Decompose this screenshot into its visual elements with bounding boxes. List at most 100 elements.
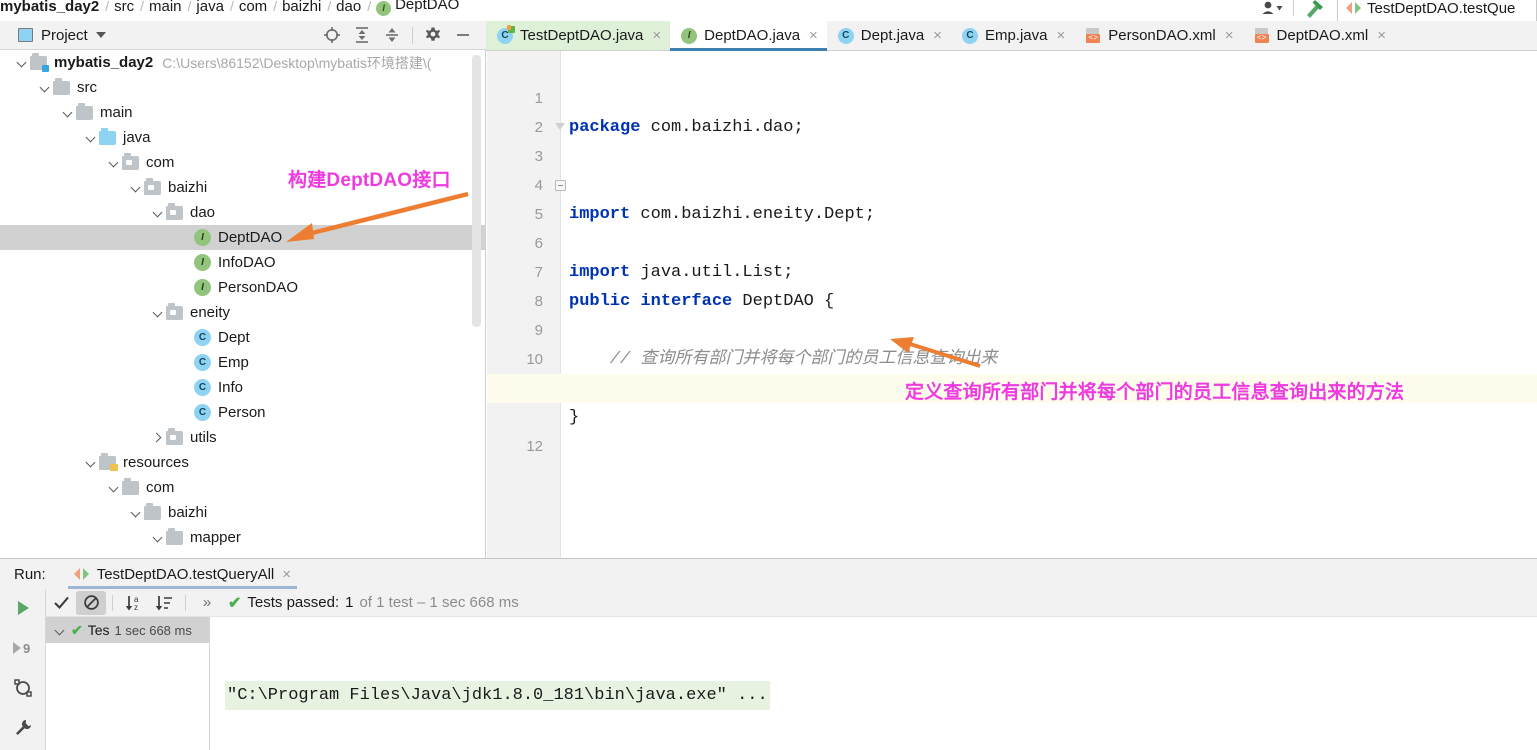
chevron-down-icon[interactable] [83, 130, 99, 146]
module-folder-icon [30, 52, 49, 72]
close-icon[interactable]: × [282, 566, 291, 583]
chevron-down-icon[interactable] [150, 305, 166, 321]
code-line[interactable]: 1 package com.baizhi.dao; [487, 55, 1537, 137]
editor-tab-emp[interactable]: C Emp.java × [951, 21, 1074, 50]
hide-ignored-icon[interactable] [76, 590, 106, 615]
chevron-down-icon[interactable] [150, 205, 166, 221]
breadcrumb-item-src[interactable]: src [110, 0, 139, 15]
chevron-down-icon[interactable] [52, 623, 66, 637]
editor-tab-dept[interactable]: C Dept.java × [827, 21, 951, 50]
close-icon[interactable]: × [650, 28, 661, 43]
tree-row-java[interactable]: java [0, 125, 485, 150]
breadcrumb-item-module[interactable]: mybatis_day2 [0, 0, 104, 15]
close-icon[interactable]: × [1054, 28, 1065, 43]
tree-row-resources-baizhi[interactable]: baizhi [0, 500, 485, 525]
tree-row-emp[interactable]: C Emp [0, 350, 485, 375]
user-dropdown-icon[interactable] [1256, 0, 1290, 21]
chevron-down-icon[interactable] [37, 80, 53, 96]
breadcrumb-item-main[interactable]: main [145, 0, 187, 15]
test-settings-icon[interactable] [8, 715, 38, 741]
tree-row-module[interactable]: mybatis_day2 C:\Users\86152\Desktop\myba… [0, 50, 485, 75]
tree-row-dao[interactable]: dao [0, 200, 485, 225]
code-line[interactable]: 10 List<Dept> queryAll(); [487, 316, 1537, 398]
editor-tab-label: TestDeptDAO.java [520, 27, 644, 44]
expand-all-icon[interactable] [347, 22, 377, 48]
tree-row-info[interactable]: C Info [0, 375, 485, 400]
tree-row-utils[interactable]: utils [0, 425, 485, 450]
toggle-auto-test-icon[interactable] [8, 675, 38, 701]
project-tree[interactable]: mybatis_day2 C:\Users\86152\Desktop\myba… [0, 50, 486, 558]
code-line[interactable]: 11 } [487, 345, 1537, 427]
test-tree-row[interactable]: ✔ Tes 1 sec 668 ms [46, 617, 209, 643]
chevron-down-icon[interactable] [128, 180, 144, 196]
chevron-down-icon[interactable] [106, 155, 122, 171]
breadcrumb-item-deptdao[interactable]: I DeptDAO [372, 0, 464, 16]
breadcrumb: mybatis_day2 / src / main / java / com /… [0, 0, 464, 19]
chevron-down-icon[interactable] [150, 530, 166, 546]
breadcrumb-item-java[interactable]: java [192, 0, 229, 15]
tree-row-persondao[interactable]: I PersonDAO [0, 275, 485, 300]
breadcrumb-bar: mybatis_day2 / src / main / java / com /… [0, 0, 1537, 21]
tree-row-resources-com[interactable]: com [0, 475, 485, 500]
chevron-down-icon[interactable] [60, 105, 76, 121]
fold-marker-icon[interactable] [555, 123, 565, 130]
run-tab-testdeptdao[interactable]: TestDeptDAO.testQueryAll × [67, 559, 298, 589]
module-path: C:\Users\86152\Desktop\mybatis环境搭建\( [162, 54, 432, 71]
minimize-icon[interactable] [448, 22, 478, 48]
code-line[interactable]: 4 [487, 142, 1537, 194]
rerun-failed-icon[interactable]: 9 [8, 635, 38, 661]
run-configuration-chip[interactable]: TestDeptDAO.testQue [1337, 0, 1537, 21]
show-passed-icon[interactable] [46, 591, 76, 615]
code-line[interactable]: 9 // 查询所有部门并将每个部门的员工信息查询出来 [487, 287, 1537, 369]
tree-row-src[interactable]: src [0, 75, 485, 100]
project-tree-scrollbar[interactable] [472, 55, 481, 327]
collapse-all-icon[interactable] [377, 22, 407, 48]
chevron-down-icon[interactable] [128, 505, 144, 521]
check-icon: ✔ [71, 621, 83, 638]
editor-tab-testdeptdao[interactable]: C TestDeptDAO.java × [486, 21, 671, 50]
breadcrumb-item-baizhi[interactable]: baizhi [278, 0, 326, 15]
tree-row-main[interactable]: main [0, 100, 485, 125]
tree-row-infodao[interactable]: I InfoDAO [0, 250, 485, 275]
package-icon [166, 302, 183, 320]
gear-icon[interactable] [418, 22, 448, 48]
editor-tab-deptdao-xml[interactable]: <> DeptDAO.xml × [1243, 21, 1395, 50]
chevron-down-icon[interactable] [95, 32, 106, 38]
tree-row-eneity[interactable]: eneity [0, 300, 485, 325]
breadcrumb-item-com[interactable]: com [235, 0, 272, 15]
folder-icon [122, 477, 139, 495]
tree-row-dept[interactable]: C Dept [0, 325, 485, 350]
expand-more-icon[interactable]: » [192, 591, 222, 615]
locate-icon[interactable] [317, 22, 347, 48]
tree-row-mapper[interactable]: mapper [0, 525, 485, 550]
code-line[interactable]: 6 [487, 200, 1537, 252]
tree-row-deptdao[interactable]: I DeptDAO [0, 225, 485, 250]
code-line[interactable]: 2 [487, 84, 1537, 136]
run-console-output[interactable]: "C:\Program Files\Java\jdk1.8.0_181\bin\… [211, 617, 1537, 750]
close-icon[interactable]: × [1375, 28, 1386, 43]
rerun-icon[interactable] [8, 595, 38, 621]
code-editor[interactable]: 1 package com.baizhi.dao; 2 3 import com… [487, 51, 1537, 558]
tree-row-person[interactable]: C Person [0, 400, 485, 425]
code-line[interactable]: 3 import com.baizhi.eneity.Dept; [487, 113, 1537, 224]
editor-tab-deptdao[interactable]: I DeptDAO.java × [670, 21, 827, 51]
code-line[interactable]: 5 import java.util.List; [487, 171, 1537, 282]
chevron-down-icon[interactable] [83, 455, 99, 471]
test-status-count: 1 [345, 594, 354, 611]
code-line[interactable]: 7 public interface DeptDAO { [487, 229, 1537, 311]
editor-tab-persondao-xml[interactable]: <> PersonDAO.xml × [1074, 21, 1242, 50]
code-line[interactable]: 8 [487, 258, 1537, 310]
sort-by-duration-icon[interactable] [149, 591, 179, 615]
chevron-down-icon[interactable] [106, 480, 122, 496]
chevron-right-icon[interactable] [150, 430, 166, 446]
close-icon[interactable]: × [1223, 28, 1234, 43]
hammer-icon[interactable] [1297, 0, 1331, 21]
tree-row-resources[interactable]: resources [0, 450, 485, 475]
close-icon[interactable]: × [807, 28, 818, 43]
breadcrumb-item-dao[interactable]: dao [332, 0, 366, 15]
test-results-tree[interactable]: ✔ Tes 1 sec 668 ms [46, 617, 210, 750]
close-icon[interactable]: × [931, 28, 942, 43]
chevron-down-icon[interactable] [14, 55, 30, 71]
fold-marker-icon[interactable] [555, 180, 566, 191]
sort-alphabetically-icon[interactable]: a z [119, 591, 149, 615]
